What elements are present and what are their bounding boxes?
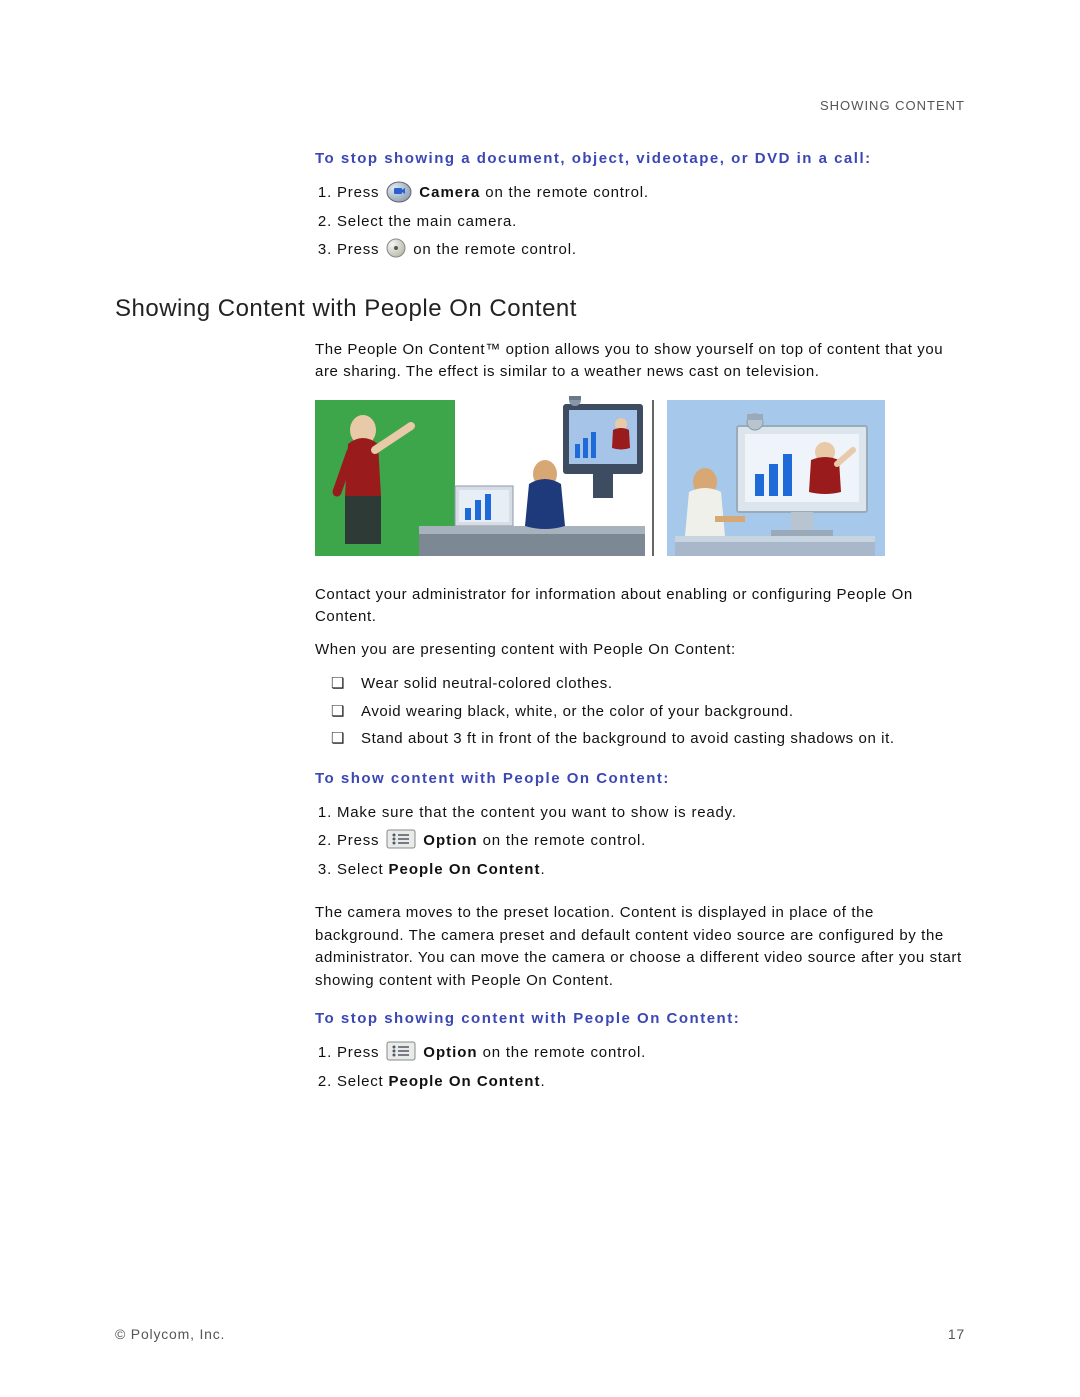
stop-step-1a: Press	[337, 1044, 384, 1061]
stop-step-2c: .	[540, 1073, 545, 1090]
show-step-2b: Option	[423, 832, 477, 849]
section-poc: The People On Content™ option allows you…	[315, 339, 965, 1097]
heading-stop-doc: To stop showing a document, object, vide…	[315, 150, 965, 167]
footer-page-number: 17	[948, 1326, 965, 1342]
stop-step-2a: Select	[337, 1073, 388, 1090]
step-3: Press on	[337, 236, 965, 265]
footer-copyright: © Polycom, Inc.	[115, 1326, 225, 1342]
show-step-3a: Select	[337, 861, 388, 878]
step-1: Press	[337, 179, 965, 208]
page: SHOWING CONTENT To stop showing a docume…	[0, 0, 1080, 1397]
steps-show-poc: Make sure that the content you want to s…	[315, 799, 965, 885]
poc-note: The camera moves to the preset location.…	[315, 902, 965, 992]
illustration-svg	[315, 396, 885, 566]
show-step-3c: .	[540, 861, 545, 878]
steps-stop-doc: Press	[315, 179, 965, 265]
content: To stop showing a document, object, vide…	[115, 150, 965, 1096]
header-section-label: SHOWING CONTENT	[820, 98, 965, 113]
step-1-text-a: Press	[337, 184, 384, 201]
poc-when: When you are presenting content with Peo…	[315, 639, 965, 662]
step-1-rest: on the remote control.	[480, 184, 648, 201]
tip-3: Stand about 3 ft in front of the backgro…	[337, 726, 965, 752]
stop-step-1c: on the remote control.	[478, 1044, 646, 1061]
poc-contact: Contact your administrator for informati…	[315, 584, 965, 629]
step-1-camera-bold: Camera	[419, 184, 480, 201]
step-3-text-a: Press	[337, 241, 384, 258]
show-step-3: Select People On Content.	[337, 856, 965, 885]
stop-step-1b: Option	[423, 1044, 477, 1061]
option-icon	[386, 829, 416, 849]
show-step-1: Make sure that the content you want to s…	[337, 799, 965, 828]
illustration	[315, 396, 965, 566]
show-step-3b: People On Content	[388, 861, 540, 878]
stop-step-1: Press Option on the remote control.	[337, 1039, 965, 1068]
section-title-poc: Showing Content with People On Content	[115, 295, 965, 323]
stop-step-2b: People On Content	[388, 1073, 540, 1090]
show-step-2c: on the remote control.	[478, 832, 646, 849]
disc-icon	[386, 238, 406, 258]
poc-intro: The People On Content™ option allows you…	[315, 339, 965, 384]
section-stop-showing-doc: To stop showing a document, object, vide…	[315, 150, 965, 265]
stop-step-2: Select People On Content.	[337, 1068, 965, 1097]
heading-stop-poc: To stop showing content with People On C…	[315, 1010, 965, 1027]
steps-stop-poc: Press Option on the remote control.	[315, 1039, 965, 1096]
step-2: Select the main camera.	[337, 208, 965, 237]
option-icon	[386, 1041, 416, 1061]
tip-1: Wear solid neutral-colored clothes.	[337, 671, 965, 697]
show-step-2: Press Option on the remote control.	[337, 827, 965, 856]
show-step-2a: Press	[337, 832, 384, 849]
tip-2: Avoid wearing black, white, or the color…	[337, 699, 965, 725]
camera-icon	[386, 181, 412, 203]
heading-show-poc: To show content with People On Content:	[315, 770, 965, 787]
footer: © Polycom, Inc. 17	[115, 1326, 965, 1342]
poc-tips: Wear solid neutral-colored clothes. Avoi…	[315, 671, 965, 752]
step-3-text-b: on the remote control.	[413, 241, 577, 258]
